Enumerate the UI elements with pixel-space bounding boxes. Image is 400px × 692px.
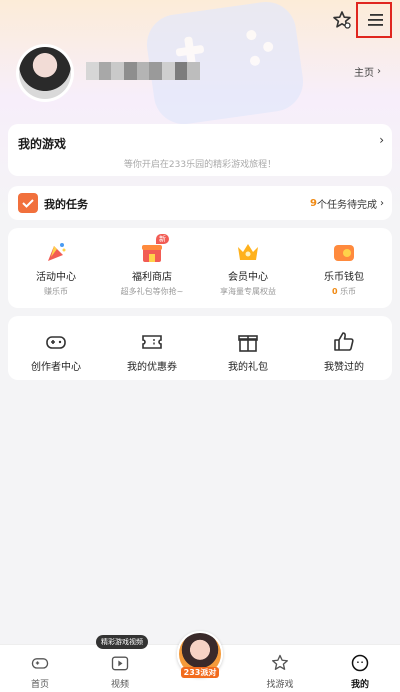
tab-find-games[interactable]: 找游戏	[240, 645, 320, 692]
tasks-count: 9	[310, 198, 317, 209]
coin-balance: 0	[331, 287, 338, 296]
homepage-label: 主页	[354, 68, 374, 79]
tab-center-game[interactable]: 233派对	[160, 631, 240, 692]
gift-icon	[236, 330, 260, 354]
party-icon	[44, 240, 68, 264]
activity-center-sub: 赚乐币	[44, 287, 68, 296]
my-coupons-label: 我的优惠券	[127, 362, 177, 373]
tab-find-games-label: 找游戏	[266, 680, 294, 690]
tab-mine[interactable]: 我的	[320, 645, 400, 692]
coin-wallet-sub: 0 乐币	[332, 286, 356, 297]
new-badge: 新	[156, 234, 169, 244]
chevron-right-icon: ›	[379, 133, 384, 147]
member-center-sub: 享海量专属权益	[220, 287, 276, 296]
welfare-shop-button[interactable]: 新 福利商店 超多礼包等你抢~	[104, 234, 200, 297]
tab-video[interactable]: 精彩游戏视频 视频	[80, 635, 160, 692]
my-gifts-label: 我的礼包	[228, 362, 268, 373]
crown-icon	[236, 240, 260, 264]
my-coupons-button[interactable]: 我的优惠券	[104, 330, 200, 373]
coin-wallet-label: 乐币钱包	[324, 272, 364, 283]
gamepad-icon	[44, 330, 68, 354]
avatar[interactable]	[16, 44, 74, 102]
my-gifts-button[interactable]: 我的礼包	[200, 330, 296, 373]
tab-home[interactable]: 首页	[0, 645, 80, 692]
tasks-status-label: 个任务待完成	[317, 200, 377, 211]
chevron-right-icon: ›	[380, 198, 384, 209]
liked-label: 我赞过的	[324, 362, 364, 373]
welfare-shop-label: 福利商店	[132, 272, 172, 283]
creator-center-label: 创作者中心	[31, 362, 81, 373]
tools-card: 创作者中心 我的优惠券 我的礼包 我赞过的	[8, 316, 392, 380]
profile-header-background	[0, 0, 400, 215]
activity-center-label: 活动中心	[36, 272, 76, 283]
wallet-icon	[332, 240, 356, 264]
bottom-tab-bar: 首页 精彩游戏视频 视频 233派对 找游戏 我的	[0, 631, 400, 692]
coupon-icon	[140, 330, 164, 354]
center-logo-text: 233派对	[180, 667, 220, 678]
tab-home-label: 首页	[30, 680, 49, 690]
member-center-label: 会员中心	[228, 272, 268, 283]
video-icon	[111, 656, 129, 671]
activity-center-button[interactable]: 活动中心 赚乐币	[8, 240, 104, 297]
gamepad-icon	[31, 658, 49, 669]
tasks-status: 9 个任务待完成 ›	[310, 196, 384, 211]
my-tasks-card[interactable]: 我的任务 9 个任务待完成 ›	[8, 186, 392, 220]
member-center-button[interactable]: 会员中心 享海量专属权益	[200, 240, 296, 297]
tab-mine-label: 我的	[350, 680, 369, 690]
my-games-card[interactable]: 我的游戏 › 等你开启在233乐园的精彩游戏旅程！	[8, 124, 392, 176]
calendar-check-icon	[18, 193, 38, 213]
my-tasks-title: 我的任务	[44, 198, 88, 211]
shop-icon: 新	[140, 234, 169, 264]
my-games-empty-text: 等你开启在233乐园的精彩游戏旅程！	[123, 160, 277, 170]
coin-wallet-button[interactable]: 乐币钱包 0 乐币	[296, 240, 392, 297]
welfare-shop-sub: 超多礼包等你抢~	[120, 287, 184, 296]
username-blurred	[86, 62, 201, 80]
menu-icon[interactable]	[364, 8, 388, 32]
my-games-title: 我的游戏	[18, 137, 67, 151]
star-icon	[272, 654, 288, 670]
video-tooltip: 精彩游戏视频	[96, 635, 148, 649]
profile-icon	[351, 654, 369, 672]
tab-video-label: 视频	[110, 680, 129, 690]
thumbs-up-icon	[332, 330, 356, 354]
creator-center-button[interactable]: 创作者中心	[8, 330, 104, 373]
puzzle-star-icon[interactable]	[330, 8, 354, 32]
chevron-right-icon: ›	[377, 66, 381, 77]
homepage-link[interactable]: 主页 ›	[354, 64, 381, 79]
liked-button[interactable]: 我赞过的	[296, 330, 392, 373]
services-card: 活动中心 赚乐币 新 福利商店 超多礼包等你抢~ 会员中心 享海量专属权益 乐币…	[8, 228, 392, 308]
coin-unit: 乐币	[340, 287, 357, 296]
